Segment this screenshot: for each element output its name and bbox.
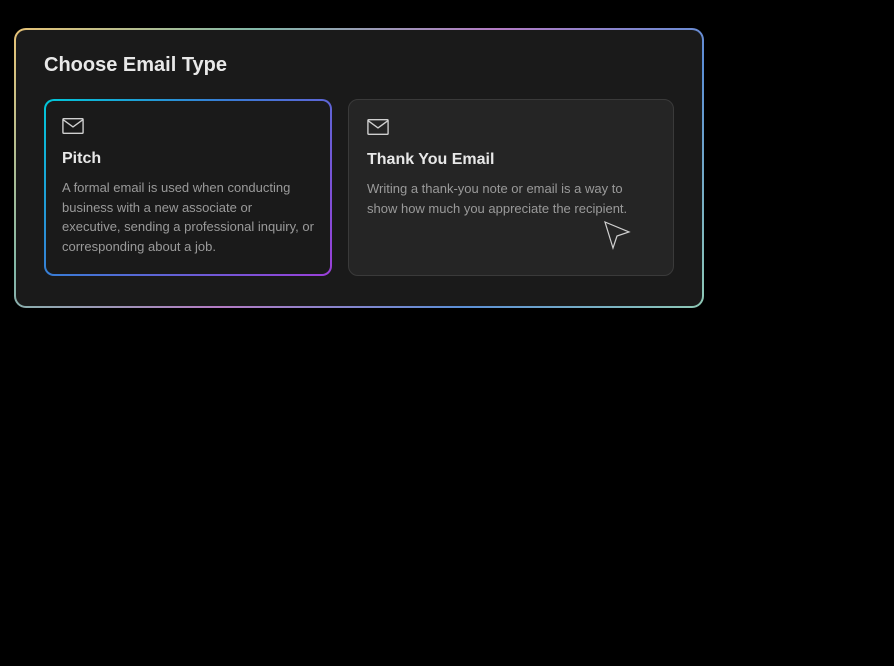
card-pitch-inner: Pitch A formal email is used when conduc… <box>46 101 330 274</box>
card-pitch[interactable]: Pitch A formal email is used when conduc… <box>44 99 332 276</box>
email-type-panel-wrapper: Choose Email Type Pitch A formal email i… <box>14 28 704 308</box>
card-thank-you[interactable]: Thank You Email Writing a thank-you note… <box>348 99 674 276</box>
card-thank-you-description: Writing a thank-you note or email is a w… <box>367 179 655 218</box>
mail-icon <box>367 118 655 141</box>
card-thank-you-title: Thank You Email <box>367 151 655 169</box>
email-type-panel: Choose Email Type Pitch A formal email i… <box>16 30 702 306</box>
cards-row: Pitch A formal email is used when conduc… <box>44 99 674 276</box>
cursor-pointer-icon <box>601 218 633 255</box>
card-pitch-title: Pitch <box>62 150 314 168</box>
card-pitch-description: A formal email is used when conducting b… <box>62 178 314 256</box>
panel-title: Choose Email Type <box>44 54 674 77</box>
mail-icon <box>62 117 314 140</box>
